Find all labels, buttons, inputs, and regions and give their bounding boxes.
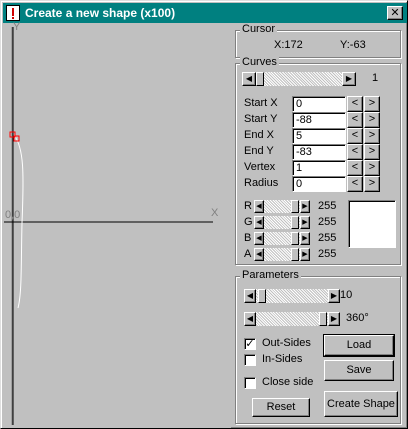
x-axis-label: X — [211, 207, 219, 219]
color-b-label: B — [244, 232, 252, 244]
start-y-input[interactable]: -88 — [292, 112, 346, 128]
color-b-right-button[interactable]: ▶ — [300, 232, 310, 245]
start-y-label: Start Y — [244, 113, 278, 125]
color-r-thumb[interactable] — [291, 200, 299, 213]
radius-input[interactable]: 0 — [292, 176, 346, 192]
curve-index-value: 1 — [372, 72, 379, 84]
cursor-y-readout: Y:-63 — [340, 39, 366, 51]
color-a-right-button[interactable]: ▶ — [300, 248, 310, 261]
vertex-increment[interactable]: > — [364, 160, 380, 176]
start-x-decrement[interactable]: < — [347, 96, 363, 112]
color-b-thumb[interactable] — [291, 232, 299, 245]
out-sides-checkbox[interactable]: ✓ — [244, 338, 256, 350]
warning-icon — [6, 5, 20, 21]
cursor-x-readout: X:172 — [274, 39, 303, 51]
in-sides-checkbox[interactable] — [244, 354, 256, 366]
scroll-left-button[interactable]: ◀ — [242, 72, 256, 86]
color-r-scrollbar[interactable]: ◀ ▶ — [254, 200, 310, 213]
end-x-decrement[interactable]: < — [347, 128, 363, 144]
y-axis-label: Y — [13, 21, 21, 33]
curve-index-scrollbar[interactable]: ◀ ▶ — [242, 72, 356, 86]
radius-decrement[interactable]: < — [347, 176, 363, 192]
angle-right-button[interactable]: ▶ — [328, 312, 340, 326]
out-sides-label[interactable]: Out-Sides — [262, 337, 311, 349]
angle-slider[interactable]: ◀ ▶ — [244, 312, 340, 326]
vertex-input[interactable]: 1 — [292, 160, 346, 176]
in-sides-label[interactable]: In-Sides — [262, 353, 302, 365]
start-y-increment[interactable]: > — [364, 112, 380, 128]
radius-label: Radius — [244, 177, 279, 189]
sides-right-button[interactable]: ▶ — [328, 289, 340, 303]
color-a-left-button[interactable]: ◀ — [254, 248, 264, 261]
curves-group: Curves ◀ ▶ 1 Start X 0 < > Start Y -88 <… — [235, 56, 401, 265]
end-y-input[interactable]: -83 — [292, 144, 346, 160]
sides-thumb[interactable] — [258, 289, 266, 303]
create-shape-window: Create a new shape (x100) ✕ Y X 0,0 Curs… — [0, 0, 408, 429]
start-x-label: Start X — [244, 97, 278, 109]
color-b-scrollbar[interactable]: ◀ ▶ — [254, 232, 310, 245]
scroll-right-button[interactable]: ▶ — [342, 72, 356, 86]
color-r-label: R — [244, 200, 252, 212]
canvas-svg — [4, 27, 213, 425]
title-bar[interactable]: Create a new shape (x100) ✕ — [3, 3, 407, 23]
color-preview-swatch — [348, 200, 396, 248]
cursor-group: Cursor X:172 Y:-63 — [235, 23, 401, 58]
sides-left-button[interactable]: ◀ — [244, 289, 256, 303]
close-button[interactable]: ✕ — [387, 6, 403, 20]
scroll-thumb[interactable] — [256, 72, 264, 86]
color-a-scrollbar[interactable]: ◀ ▶ — [254, 248, 310, 261]
close-side-checkbox[interactable] — [244, 377, 256, 389]
color-a-value: 255 — [318, 248, 337, 260]
parameters-group: Parameters ◀ ▶ 10 ◀ ▶ 360° ✓ Out-Sides I… — [235, 269, 401, 424]
close-side-label[interactable]: Close side — [262, 376, 313, 388]
sides-slider[interactable]: ◀ ▶ — [244, 289, 340, 303]
end-y-label: End Y — [244, 145, 274, 157]
color-a-label: A — [244, 248, 252, 260]
cursor-group-label: Cursor — [240, 23, 278, 35]
radius-increment[interactable]: > — [364, 176, 380, 192]
color-g-thumb[interactable] — [291, 216, 299, 229]
color-r-value: 255 — [318, 200, 337, 212]
color-g-scrollbar[interactable]: ◀ ▶ — [254, 216, 310, 229]
start-x-increment[interactable]: > — [364, 96, 380, 112]
save-button[interactable]: Save — [324, 360, 394, 381]
load-button[interactable]: Load — [323, 334, 395, 357]
color-r-left-button[interactable]: ◀ — [254, 200, 264, 213]
color-g-left-button[interactable]: ◀ — [254, 216, 264, 229]
start-x-input[interactable]: 0 — [292, 96, 346, 112]
window-title: Create a new shape (x100) — [25, 6, 176, 20]
create-shape-button[interactable]: Create Shape — [324, 391, 398, 417]
color-r-right-button[interactable]: ▶ — [300, 200, 310, 213]
drawing-canvas[interactable]: Y X 0,0 — [2, 21, 231, 428]
vertex-decrement[interactable]: < — [347, 160, 363, 176]
end-y-increment[interactable]: > — [364, 144, 380, 160]
angle-value: 360° — [346, 312, 369, 324]
parameters-group-label: Parameters — [240, 269, 301, 281]
vertex-label: Vertex — [244, 161, 276, 173]
color-g-label: G — [244, 216, 253, 228]
color-a-thumb[interactable] — [291, 248, 299, 261]
color-g-right-button[interactable]: ▶ — [300, 216, 310, 229]
end-x-input[interactable]: 5 — [292, 128, 346, 144]
end-x-label: End X — [244, 129, 274, 141]
curves-group-label: Curves — [240, 56, 279, 68]
reset-button[interactable]: Reset — [252, 398, 310, 417]
sides-value: 10 — [340, 289, 353, 301]
end-y-decrement[interactable]: < — [347, 144, 363, 160]
color-b-left-button[interactable]: ◀ — [254, 232, 264, 245]
angle-thumb[interactable] — [319, 312, 327, 326]
start-y-decrement[interactable]: < — [347, 112, 363, 128]
origin-label: 0,0 — [5, 209, 21, 221]
end-x-increment[interactable]: > — [364, 128, 380, 144]
angle-left-button[interactable]: ◀ — [244, 312, 256, 326]
color-b-value: 255 — [318, 232, 337, 244]
color-g-value: 255 — [318, 216, 337, 228]
